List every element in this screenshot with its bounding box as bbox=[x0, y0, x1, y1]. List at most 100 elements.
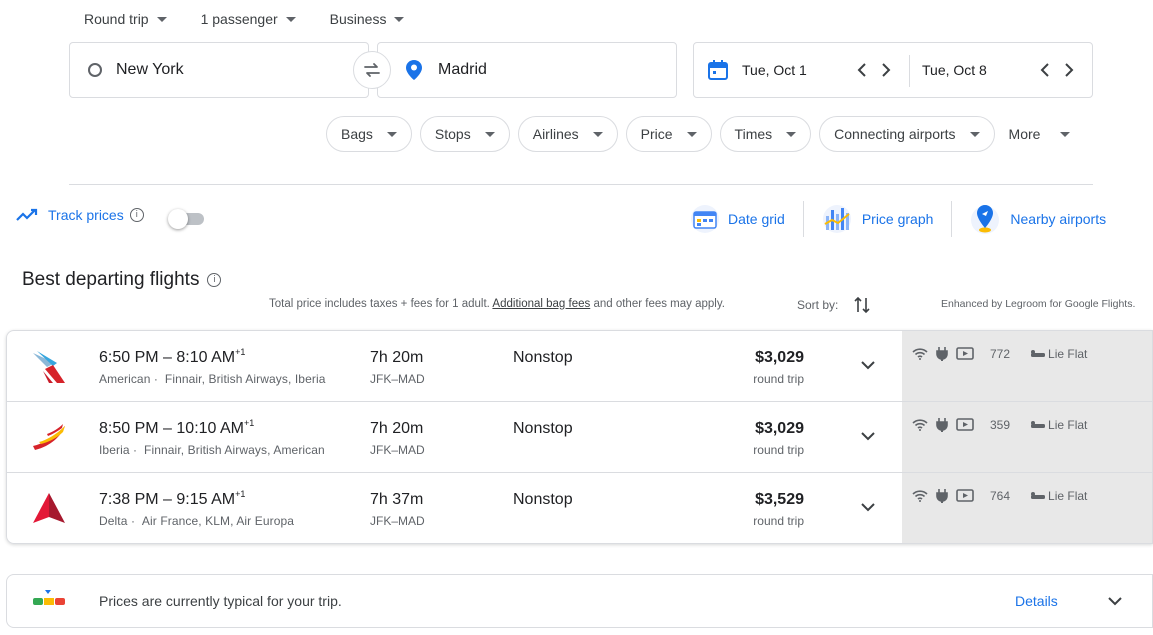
trending-icon bbox=[16, 208, 38, 221]
legroom-credit: Enhanced by Legroom for Google Flights. bbox=[941, 298, 1136, 310]
filter-label: Times bbox=[734, 126, 773, 142]
date-grid-button[interactable]: Date grid bbox=[690, 198, 785, 240]
divider bbox=[69, 184, 1093, 185]
caret-down-icon bbox=[156, 16, 167, 22]
entertainment-screen-icon bbox=[956, 347, 974, 361]
seat-type: Lie Flat bbox=[1048, 489, 1088, 503]
flight-row[interactable]: 8:50 PM – 10:10 AM+1 Iberia · Finnair, B… bbox=[7, 402, 1152, 473]
seat-icon bbox=[1030, 349, 1046, 359]
filter-stops[interactable]: Stops bbox=[419, 116, 510, 152]
depart-next-button[interactable] bbox=[874, 58, 898, 82]
nearby-airports-label: Nearby airports bbox=[1010, 211, 1107, 227]
flight-price: $3,529 bbox=[755, 491, 804, 508]
total-note: Total price includes taxes + fees for 1 … bbox=[269, 298, 490, 310]
day-offset: +1 bbox=[235, 489, 246, 499]
dates-field: Tue, Oct 1 Tue, Oct 8 bbox=[693, 42, 1093, 98]
destination-field[interactable]: Madrid bbox=[377, 42, 677, 98]
flight-stops: Nonstop bbox=[513, 491, 573, 508]
price-type: round trip bbox=[753, 372, 804, 386]
flight-times: 7:38 PM – 9:15 AM+1 bbox=[99, 489, 246, 508]
results-title: Best departing flights i bbox=[22, 269, 222, 291]
seat-type: Lie Flat bbox=[1048, 418, 1088, 432]
airline-name: Iberia bbox=[99, 443, 130, 457]
tool-separator bbox=[802, 201, 804, 237]
bag-fees-link[interactable]: Additional bag fees bbox=[492, 298, 590, 310]
filter-label: Connecting airports bbox=[834, 126, 956, 142]
day-offset: +1 bbox=[244, 418, 255, 428]
amenities-panel bbox=[902, 402, 1152, 472]
depart-date-value: Tue, Oct 1 bbox=[742, 62, 807, 78]
sort-control[interactable]: Sort by: bbox=[797, 296, 870, 314]
nearby-airports-button[interactable]: Nearby airports bbox=[970, 198, 1106, 240]
filter-airlines[interactable]: Airlines bbox=[517, 116, 618, 152]
arrive-time: 8:10 AM bbox=[176, 349, 236, 366]
depart-prev-button[interactable] bbox=[850, 58, 874, 82]
cabin-label: Business bbox=[329, 11, 387, 27]
arrive-time: 9:15 AM bbox=[176, 491, 236, 508]
airline-name: American bbox=[99, 372, 151, 386]
price-insight-text: Prices are currently typical for your tr… bbox=[99, 593, 342, 609]
cabin-class-select[interactable]: Business bbox=[330, 8, 405, 30]
expand-button[interactable] bbox=[856, 353, 880, 377]
destination-value: Madrid bbox=[438, 61, 487, 78]
track-prices[interactable]: Track prices i bbox=[16, 207, 144, 223]
amenities: 764 Lie Flat bbox=[912, 489, 1087, 503]
entertainment-screen-icon bbox=[956, 489, 974, 503]
power-outlet-icon bbox=[936, 489, 948, 503]
iberia-logo-icon bbox=[33, 424, 65, 450]
price-type: round trip bbox=[753, 514, 804, 528]
results-title-text: Best departing flights bbox=[22, 269, 200, 290]
date-divider bbox=[909, 55, 910, 87]
caret-down-icon bbox=[386, 131, 397, 137]
flight-route: JFK–MAD bbox=[370, 372, 425, 386]
power-outlet-icon bbox=[936, 418, 948, 432]
airline-info: Delta · Air France, KLM, Air Europa bbox=[99, 514, 295, 528]
expand-button[interactable] bbox=[856, 495, 880, 519]
tool-separator bbox=[951, 201, 953, 237]
sort-label: Sort by: bbox=[797, 298, 839, 312]
chevron-down-icon bbox=[1108, 597, 1122, 606]
sort-icon bbox=[854, 296, 870, 314]
caret-down-icon bbox=[592, 131, 603, 137]
track-prices-toggle[interactable] bbox=[168, 209, 206, 229]
results-list: 6:50 PM – 8:10 AM+1 American · Finnair, … bbox=[6, 330, 1153, 544]
return-prev-button[interactable] bbox=[1033, 58, 1057, 82]
expand-insight-button[interactable] bbox=[1108, 590, 1122, 617]
origin-value: New York bbox=[116, 61, 184, 78]
passengers-select[interactable]: 1 passenger bbox=[201, 8, 296, 30]
flight-row[interactable]: 6:50 PM – 8:10 AM+1 American · Finnair, … bbox=[7, 331, 1152, 402]
price-graph-button[interactable]: Price graph bbox=[822, 198, 933, 240]
filter-bags[interactable]: Bags bbox=[326, 116, 412, 152]
passengers-label: 1 passenger bbox=[200, 11, 278, 27]
filter-label: More bbox=[1008, 126, 1041, 142]
expand-button[interactable] bbox=[856, 424, 880, 448]
filter-more[interactable]: More bbox=[1002, 116, 1085, 152]
wifi-icon bbox=[912, 348, 928, 360]
caret-down-icon bbox=[969, 131, 980, 137]
american-logo-icon bbox=[33, 351, 65, 383]
partner-airlines: Finnair, British Airways, American bbox=[144, 443, 325, 457]
amenities-panel bbox=[902, 331, 1152, 401]
flight-duration: 7h 20m bbox=[370, 420, 424, 437]
details-link[interactable]: Details bbox=[1015, 593, 1058, 609]
flight-duration: 7h 37m bbox=[370, 491, 424, 508]
info-icon[interactable]: i bbox=[129, 208, 144, 222]
origin-field[interactable]: New York bbox=[69, 42, 369, 98]
return-next-button[interactable] bbox=[1057, 58, 1081, 82]
filter-times[interactable]: Times bbox=[719, 116, 812, 152]
filter-price[interactable]: Price bbox=[625, 116, 712, 152]
depart-date[interactable]: Tue, Oct 1 bbox=[708, 43, 807, 97]
arrive-time: 10:10 AM bbox=[176, 420, 244, 437]
return-date[interactable]: Tue, Oct 8 bbox=[922, 43, 987, 97]
partner-airlines: Finnair, British Airways, Iberia bbox=[164, 372, 326, 386]
swap-button[interactable] bbox=[353, 51, 391, 89]
flight-stops: Nonstop bbox=[513, 420, 573, 437]
filter-connecting-airports[interactable]: Connecting airports bbox=[819, 116, 995, 152]
info-icon[interactable]: i bbox=[207, 273, 222, 287]
chevron-down-icon bbox=[861, 502, 875, 511]
tools-bar: Date grid Price graph Nearby airports bbox=[690, 198, 1106, 240]
chevron-down-icon bbox=[861, 431, 875, 440]
flight-row[interactable]: 7:38 PM – 9:15 AM+1 Delta · Air France, … bbox=[7, 473, 1152, 543]
price-graph-icon bbox=[822, 205, 851, 233]
trip-type-select[interactable]: Round trip bbox=[84, 8, 167, 30]
